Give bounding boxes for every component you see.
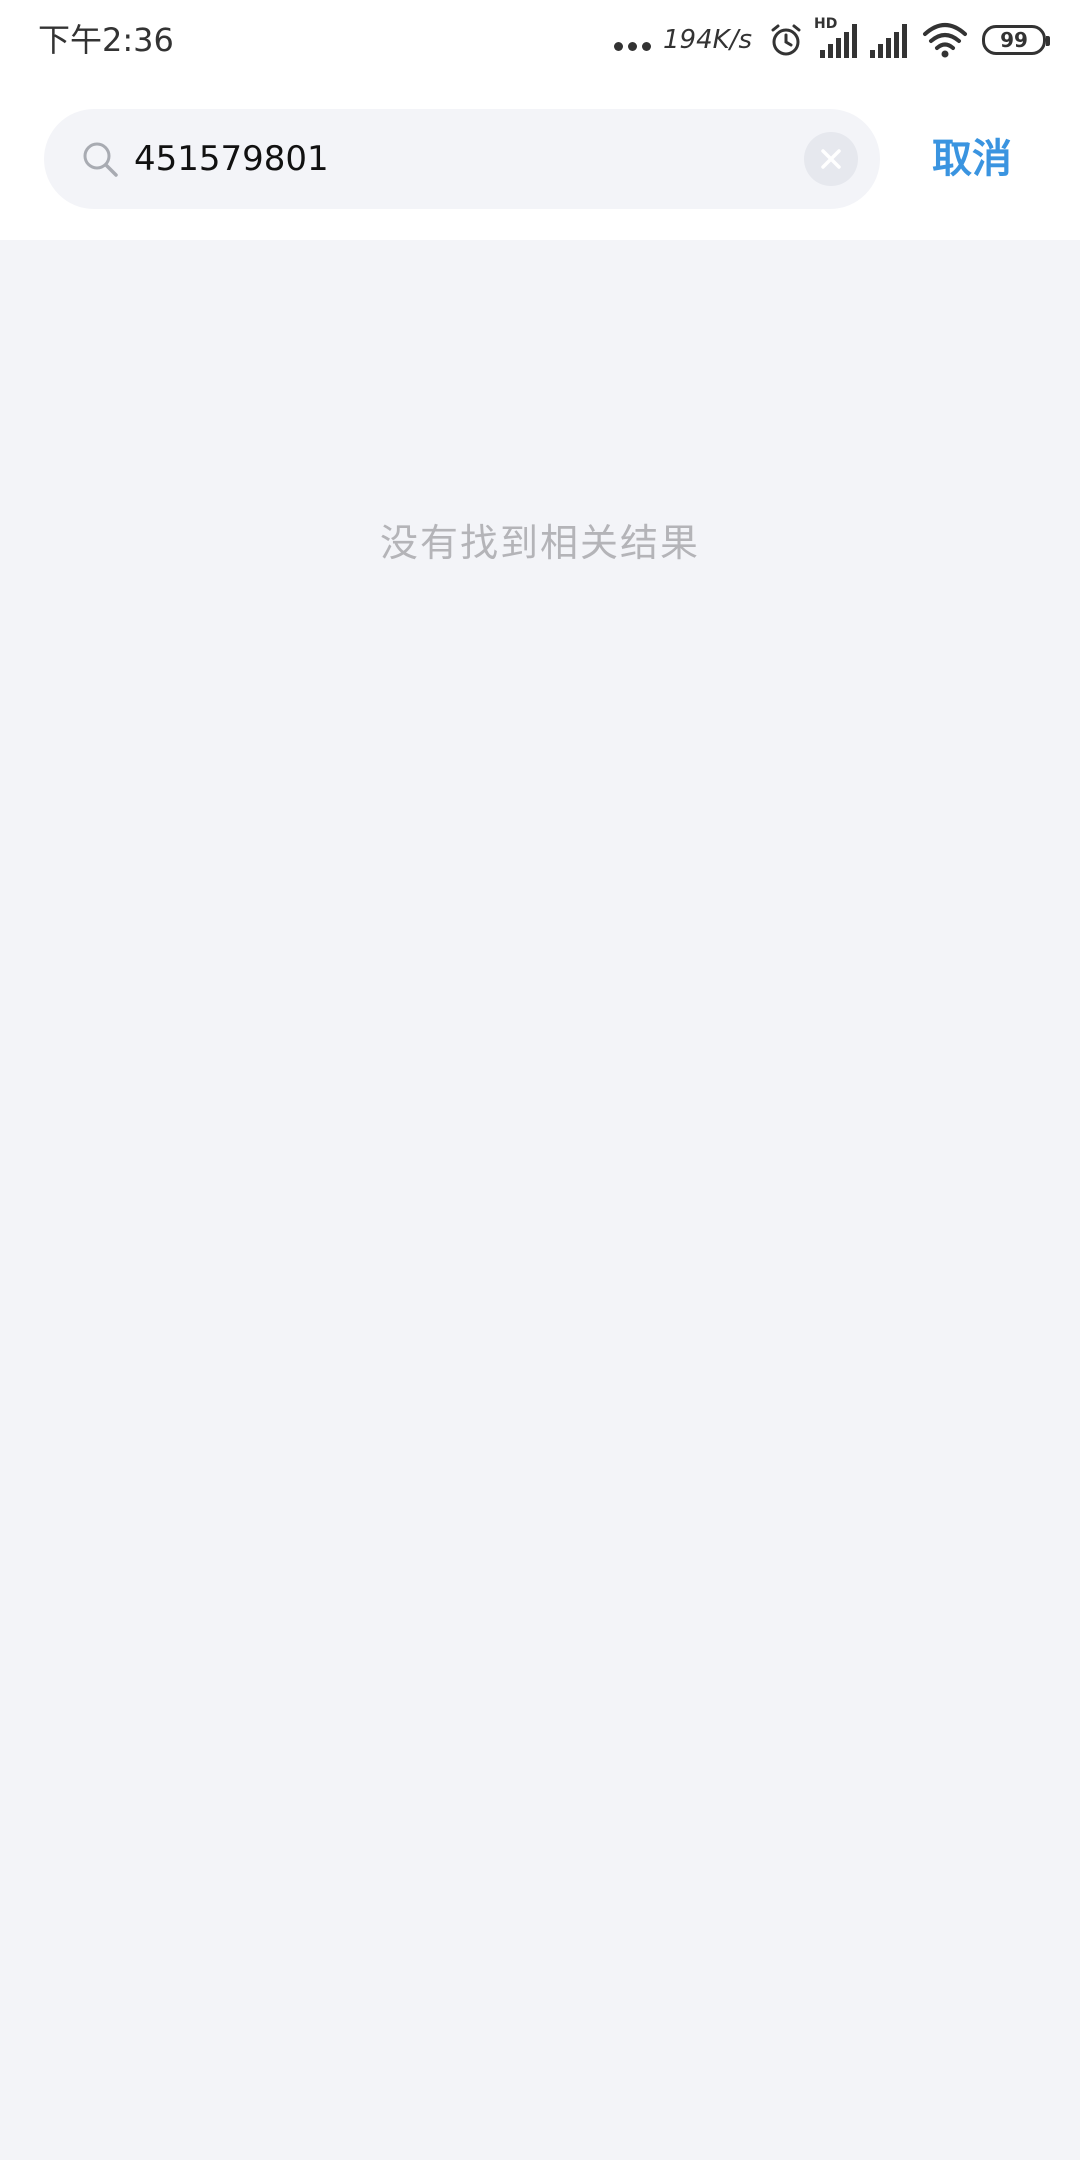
- cancel-button[interactable]: 取消: [932, 129, 1012, 189]
- more-dots-icon: [614, 41, 652, 51]
- network-speed: 194K/s: [663, 25, 752, 55]
- wifi-icon: [923, 23, 967, 58]
- search-box[interactable]: [44, 109, 880, 209]
- signal-icon: [870, 24, 907, 58]
- clear-icon: [821, 149, 841, 169]
- empty-results-message: 没有找到相关结果: [379, 521, 700, 565]
- status-time: 下午2:36: [38, 21, 174, 59]
- signal-hd-icon: HD: [814, 16, 858, 60]
- search-page: 下午2:36 194K/s HD 99 451579801 取消 没有找到相关结…: [0, 0, 1080, 2160]
- header-area: 下午2:36 194K/s HD 99 451579801 取消: [0, 0, 1080, 240]
- clear-button[interactable]: [804, 132, 858, 186]
- battery-icon: 99: [982, 25, 1050, 55]
- search-input[interactable]: [134, 109, 774, 209]
- status-indicators: 194K/s HD 99: [614, 16, 1050, 62]
- alarm-icon: [771, 24, 801, 56]
- status-bar: 下午2:36 194K/s HD 99: [0, 0, 1080, 80]
- battery-level: 99: [1000, 28, 1028, 52]
- search-icon: [83, 142, 118, 177]
